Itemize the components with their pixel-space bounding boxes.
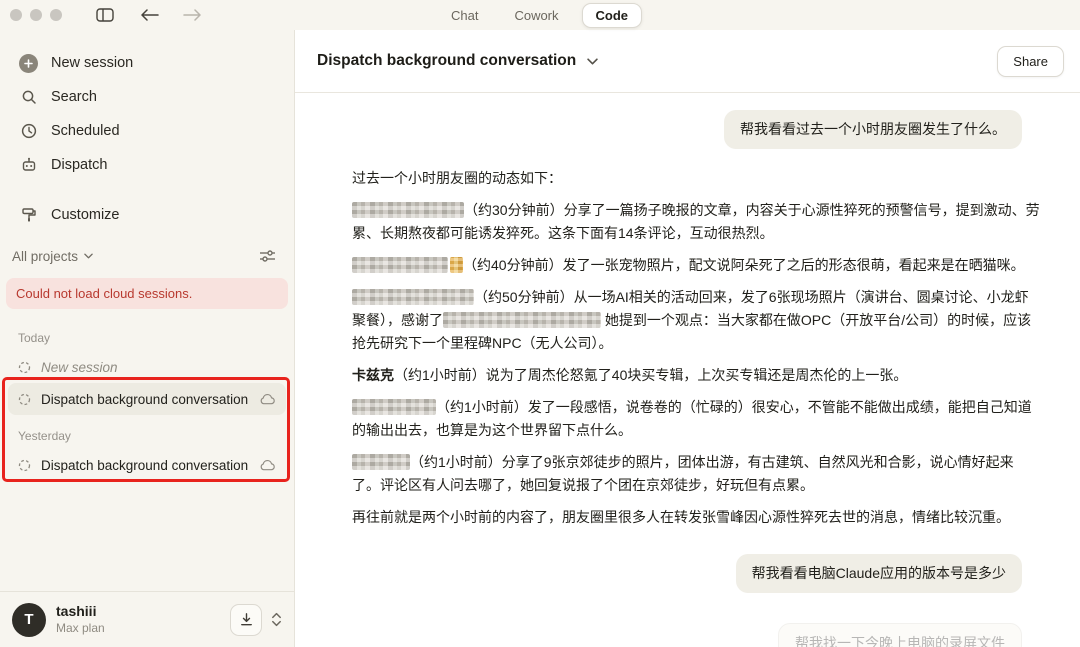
user-message-row: 帮我看看电脑Claude应用的版本号是多少 — [352, 554, 1040, 593]
filter-sliders-icon[interactable] — [260, 250, 275, 262]
user-plan: Max plan — [56, 621, 105, 636]
projects-filter[interactable]: All projects — [0, 240, 294, 272]
cloud-icon — [259, 459, 276, 471]
chevron-down-icon — [84, 253, 93, 259]
plus-circle-icon — [19, 54, 38, 73]
session-item-dispatch-today[interactable]: Dispatch background conversation — [8, 383, 286, 415]
sidebar-item-label: Customize — [51, 207, 120, 223]
sidebar-item-label: Scheduled — [51, 123, 120, 139]
assistant-paragraph: （约1小时前）发了一段感悟，说卷卷的（忙碌的）很安心，不管能不能做出成绩，能把自… — [352, 396, 1040, 442]
assistant-paragraph: （约50分钟前）从一场AI相关的活动回来，发了6张现场照片（演讲台、圆桌讨论、小… — [352, 286, 1040, 355]
session-item-label: New session — [41, 360, 118, 375]
zoom-window-button[interactable] — [50, 9, 62, 21]
assistant-paragraph: （约40分钟前）发了一张宠物照片，配文说阿朵死了之后的形态很萌，看起来是在晒猫咪… — [352, 254, 1040, 277]
assistant-paragraph: 卡兹克（约1小时前）说为了周杰伦怒氪了40块买专辑，上次买专辑还是周杰伦的上一张… — [352, 364, 1040, 387]
contact-name: 卡兹克 — [352, 367, 394, 383]
projects-filter-label: All projects — [12, 249, 78, 264]
redacted-name — [352, 399, 436, 415]
traffic-lights — [10, 9, 62, 21]
redacted-name — [352, 454, 410, 470]
assistant-message: 过去一个小时朋友圈的动态如下： （约30分钟前）分享了一篇扬子晚报的文章，内容关于… — [352, 167, 1040, 538]
spinner-icon — [18, 361, 31, 374]
sidebar-nav: New session Search Scheduled Dispatch — [0, 30, 294, 182]
sidebar-item-label: Search — [51, 89, 97, 105]
redacted-name — [352, 257, 448, 273]
cloud-sessions-error: Could not load cloud sessions. — [6, 278, 288, 309]
chevron-up-down-icon[interactable] — [271, 611, 282, 628]
redacted-name — [352, 289, 474, 305]
tab-chat[interactable]: Chat — [438, 4, 491, 27]
close-window-button[interactable] — [10, 9, 22, 21]
redacted-name — [352, 202, 464, 218]
session-item-label: Dispatch background conversation — [41, 458, 248, 473]
sidebar: New session Search Scheduled Dispatch — [0, 30, 295, 647]
sidebar-toggle-icon[interactable] — [96, 8, 114, 22]
sidebar-item-new-session[interactable]: New session — [8, 46, 286, 80]
assistant-paragraph: （约30分钟前）分享了一篇扬子晚报的文章，内容关于心源性猝死的预警信号，提到激动… — [352, 199, 1040, 245]
sidebar-item-search[interactable]: Search — [8, 80, 286, 114]
download-icon — [239, 612, 254, 627]
user-message-row: 帮我找一下今晚上电脑的录屏文件 — [352, 623, 1040, 647]
spinner-icon — [18, 459, 31, 472]
assistant-paragraph: 再往前就是两个小时前的内容了，朋友圈里很多人在转发张雪峰因心源性猝死去世的消息，… — [352, 506, 1040, 529]
search-icon — [19, 89, 38, 105]
share-button[interactable]: Share — [997, 46, 1064, 77]
user-message-bubble-pending: 帮我找一下今晚上电脑的录屏文件 — [778, 623, 1022, 647]
sidebar-item-label: New session — [51, 55, 133, 71]
assistant-paragraph: 过去一个小时朋友圈的动态如下： — [352, 167, 1040, 190]
sidebar-item-label: Dispatch — [51, 157, 107, 173]
tab-cowork[interactable]: Cowork — [501, 4, 571, 27]
forward-arrow-icon[interactable] — [182, 9, 202, 21]
conversation: 帮我看看过去一个小时朋友圈发生了什么。过去一个小时朋友圈的动态如下： （约30分钟… — [295, 93, 1080, 647]
section-label-today: Today — [18, 331, 276, 345]
user-name: tashiii — [56, 603, 105, 621]
session-item-dispatch-yesterday[interactable]: Dispatch background conversation — [8, 449, 286, 481]
user-message-bubble: 帮我看看电脑Claude应用的版本号是多少 — [736, 554, 1022, 593]
main-panel: Dispatch background conversation Share 帮… — [295, 30, 1080, 647]
clock-icon — [19, 123, 38, 139]
spinner-icon — [18, 393, 31, 406]
conversation-header: Dispatch background conversation Share — [295, 30, 1080, 93]
user-footer: T tashiii Max plan — [0, 591, 294, 647]
page-title: Dispatch background conversation — [317, 52, 576, 70]
paint-roller-icon — [19, 207, 38, 223]
session-item-label: Dispatch background conversation — [41, 392, 248, 407]
robot-icon — [19, 157, 38, 173]
user-message-bubble: 帮我看看过去一个小时朋友圈发生了什么。 — [724, 110, 1022, 149]
download-button[interactable] — [230, 604, 262, 636]
sidebar-item-dispatch[interactable]: Dispatch — [8, 148, 286, 182]
window-titlebar: Chat Cowork Code — [0, 0, 1080, 30]
tab-code[interactable]: Code — [582, 3, 643, 28]
mode-tabs: Chat Cowork Code — [438, 2, 642, 28]
user-message-row: 帮我看看过去一个小时朋友圈发生了什么。 — [352, 110, 1040, 149]
redacted-name — [443, 312, 601, 328]
minimize-window-button[interactable] — [30, 9, 42, 21]
title-chevron-down-icon[interactable] — [587, 58, 598, 65]
session-item-new-session[interactable]: New session — [8, 351, 286, 383]
assistant-paragraph: （约1小时前）分享了9张京郊徒步的照片，团体出游，有古建筑、自然风光和合影，说心… — [352, 451, 1040, 497]
sidebar-item-scheduled[interactable]: Scheduled — [8, 114, 286, 148]
back-arrow-icon[interactable] — [140, 9, 160, 21]
section-label-yesterday: Yesterday — [18, 429, 276, 443]
cloud-icon — [259, 393, 276, 405]
redacted-emoji — [450, 257, 463, 273]
avatar[interactable]: T — [12, 603, 46, 637]
sidebar-item-customize[interactable]: Customize — [8, 198, 286, 232]
